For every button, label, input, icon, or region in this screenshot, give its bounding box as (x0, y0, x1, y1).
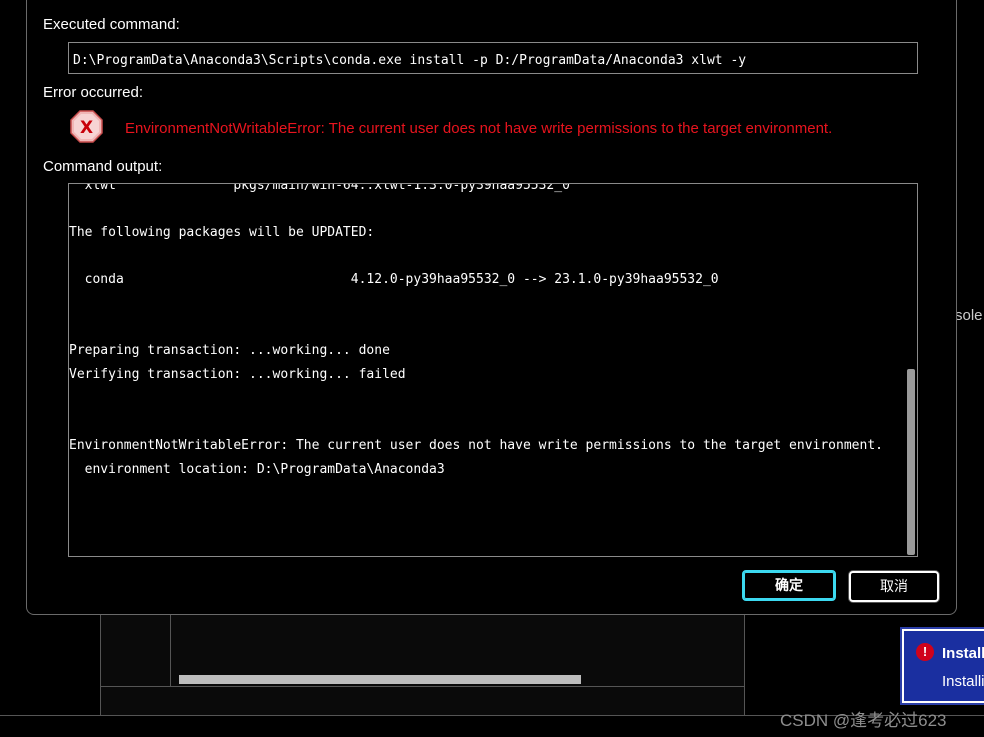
output-line: conda 4.12.0-py39haa95532_0 --> 23.1.0-p… (69, 272, 719, 287)
output-scrollbar-thumb[interactable] (907, 369, 915, 555)
cancel-button[interactable]: 取消 (849, 571, 939, 602)
command-output-area[interactable]: xlwt pkgs/main/win-64::xlwt-1.3.0-py39ha… (68, 183, 918, 557)
csdn-watermark: CSDN @逢考必过623 (780, 711, 947, 730)
notification-title: Install (942, 645, 984, 662)
ok-button[interactable]: 确定 (742, 570, 836, 601)
error-occurred-label: Error occurred: (43, 84, 144, 101)
output-line: xlwt pkgs/main/win-64::xlwt-1.3.0-py39ha… (69, 183, 570, 193)
executed-command-field[interactable]: D:\ProgramData\Anaconda3\Scripts\conda.e… (68, 42, 918, 74)
executed-command-label: Executed command: (43, 16, 180, 33)
background-horizontal-scrollbar[interactable] (179, 675, 581, 684)
error-x-icon: X (70, 110, 103, 143)
svg-text:X: X (80, 118, 93, 138)
background-window (100, 600, 745, 716)
notification-subtitle: Installi (942, 673, 984, 690)
output-line: The following packages will be UPDATED: (69, 225, 375, 240)
install-notification[interactable]: ! Install Installi (900, 627, 984, 705)
exclamation-icon: ! (916, 643, 934, 661)
output-line: environment location: D:\ProgramData\Ana… (69, 462, 445, 477)
background-side-text: sole (955, 307, 983, 324)
output-line: Verifying transaction: ...working... fai… (69, 367, 406, 382)
error-dialog: Executed command: D:\ProgramData\Anacond… (26, 0, 957, 615)
notification-body: ! Install Installi (904, 631, 984, 701)
error-message: EnvironmentNotWritableError: The current… (125, 120, 833, 137)
output-line: Preparing transaction: ...working... don… (69, 343, 390, 358)
command-output-label: Command output: (43, 158, 163, 175)
background-row-divider (101, 686, 744, 687)
output-line: EnvironmentNotWritableError: The current… (69, 438, 883, 453)
